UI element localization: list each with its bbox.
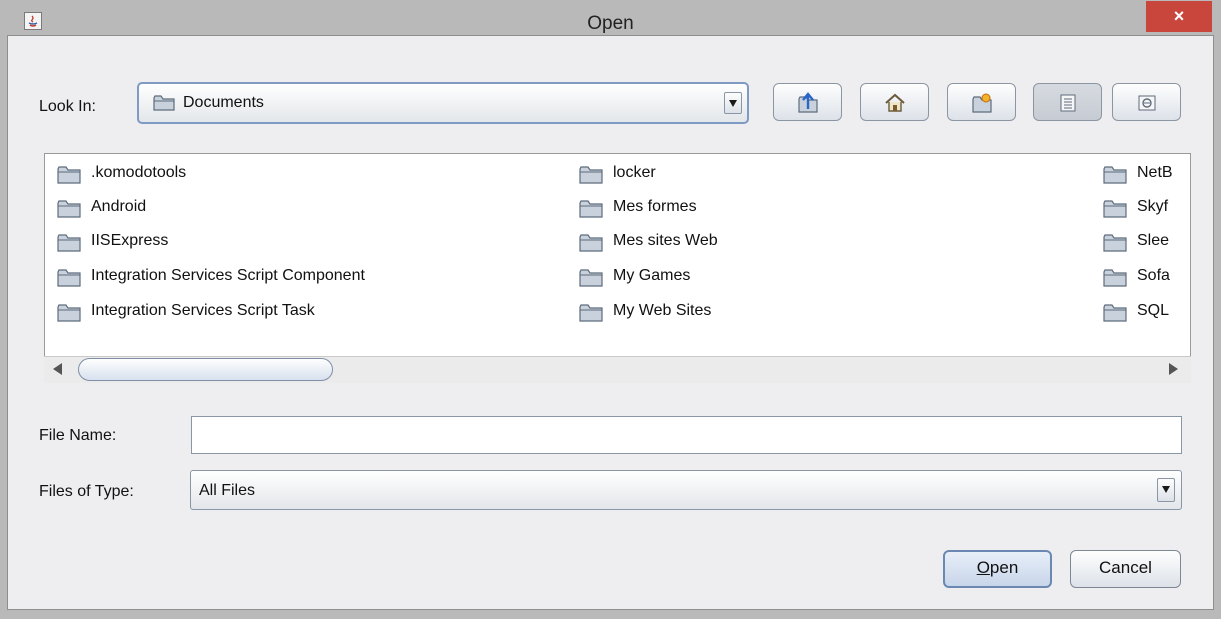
file-name-label: File Name:: [39, 427, 117, 444]
cancel-button[interactable]: Cancel: [1070, 550, 1181, 588]
folder-icon: [1103, 269, 1127, 287]
folder-icon: [57, 200, 81, 218]
folder-icon: [1103, 304, 1127, 322]
open-label-rest: pen: [989, 558, 1019, 577]
folder-icon: [57, 304, 81, 322]
scroll-right-arrow[interactable]: [1169, 363, 1178, 375]
list-item-label: Skyf: [1137, 198, 1169, 215]
look-in-value: Documents: [183, 94, 264, 111]
list-item-label: Integration Services Script Task: [91, 302, 315, 319]
create-new-folder-button[interactable]: [947, 83, 1016, 121]
list-item-label: My Web Sites: [613, 302, 712, 319]
horizontal-scrollbar[interactable]: [44, 356, 1191, 383]
list-item-label: My Games: [613, 267, 691, 284]
list-item-label: Integration Services Script Component: [91, 267, 365, 284]
home-icon: [885, 93, 905, 112]
list-item-label: SQL: [1137, 302, 1170, 319]
open-dialog-window: Open × Look In: Documents .komodotools A…: [0, 0, 1221, 619]
files-of-type-combo[interactable]: All Files: [190, 470, 1182, 510]
folder-icon: [579, 234, 603, 252]
list-view-button[interactable]: [1033, 83, 1102, 121]
title-bar[interactable]: Open ×: [0, 0, 1221, 36]
folder-icon: [579, 269, 603, 287]
dialog-client-area: Look In: Documents .komodotools Android …: [7, 35, 1214, 610]
up-one-level-button[interactable]: [773, 83, 842, 121]
window-title: Open: [587, 13, 634, 34]
files-of-type-dropdown-arrow[interactable]: [1157, 478, 1175, 502]
new-folder-icon: [972, 93, 992, 113]
folder-icon: [1103, 200, 1127, 218]
close-button[interactable]: ×: [1146, 1, 1212, 32]
open-mnemonic: O: [976, 558, 990, 577]
open-button[interactable]: Open: [943, 550, 1052, 588]
folder-icon: [153, 95, 175, 111]
details-view-icon: [1138, 95, 1156, 111]
file-list-panel[interactable]: .komodotools Android IISExpress Integration…: [44, 153, 1191, 383]
files-of-type-value: All Files: [199, 482, 256, 499]
file-name-input[interactable]: [191, 416, 1182, 454]
list-item-label: Sofa: [1137, 267, 1170, 284]
list-item-label: NetB: [1137, 164, 1173, 181]
look-in-dropdown-arrow[interactable]: [724, 92, 742, 114]
folder-icon: [57, 234, 81, 252]
folder-icon: [1103, 234, 1127, 252]
home-button[interactable]: [860, 83, 929, 121]
folder-icon: [57, 166, 81, 184]
list-item-label: Slee: [1137, 232, 1170, 249]
list-view-icon: [1060, 94, 1076, 112]
list-item-label: Android: [91, 198, 147, 215]
details-view-button[interactable]: [1112, 83, 1181, 121]
list-item-label: Mes formes: [613, 198, 697, 215]
folder-icon: [1103, 166, 1127, 184]
folder-icon: [57, 269, 81, 287]
files-of-type-label: Files of Type:: [39, 483, 134, 500]
scrollbar-thumb[interactable]: [78, 358, 333, 381]
folder-icon: [579, 200, 603, 218]
list-item-label: IISExpress: [91, 232, 169, 249]
folder-up-icon: [798, 92, 818, 113]
look-in-label: Look In:: [39, 98, 96, 115]
folder-icon: [579, 304, 603, 322]
list-item-label: Mes sites Web: [613, 232, 718, 249]
list-item-label: locker: [613, 164, 656, 181]
scroll-left-arrow[interactable]: [53, 363, 62, 375]
folder-icon: [579, 166, 603, 184]
look-in-combo[interactable]: Documents: [137, 82, 749, 124]
list-item-label: .komodotools: [91, 164, 187, 181]
